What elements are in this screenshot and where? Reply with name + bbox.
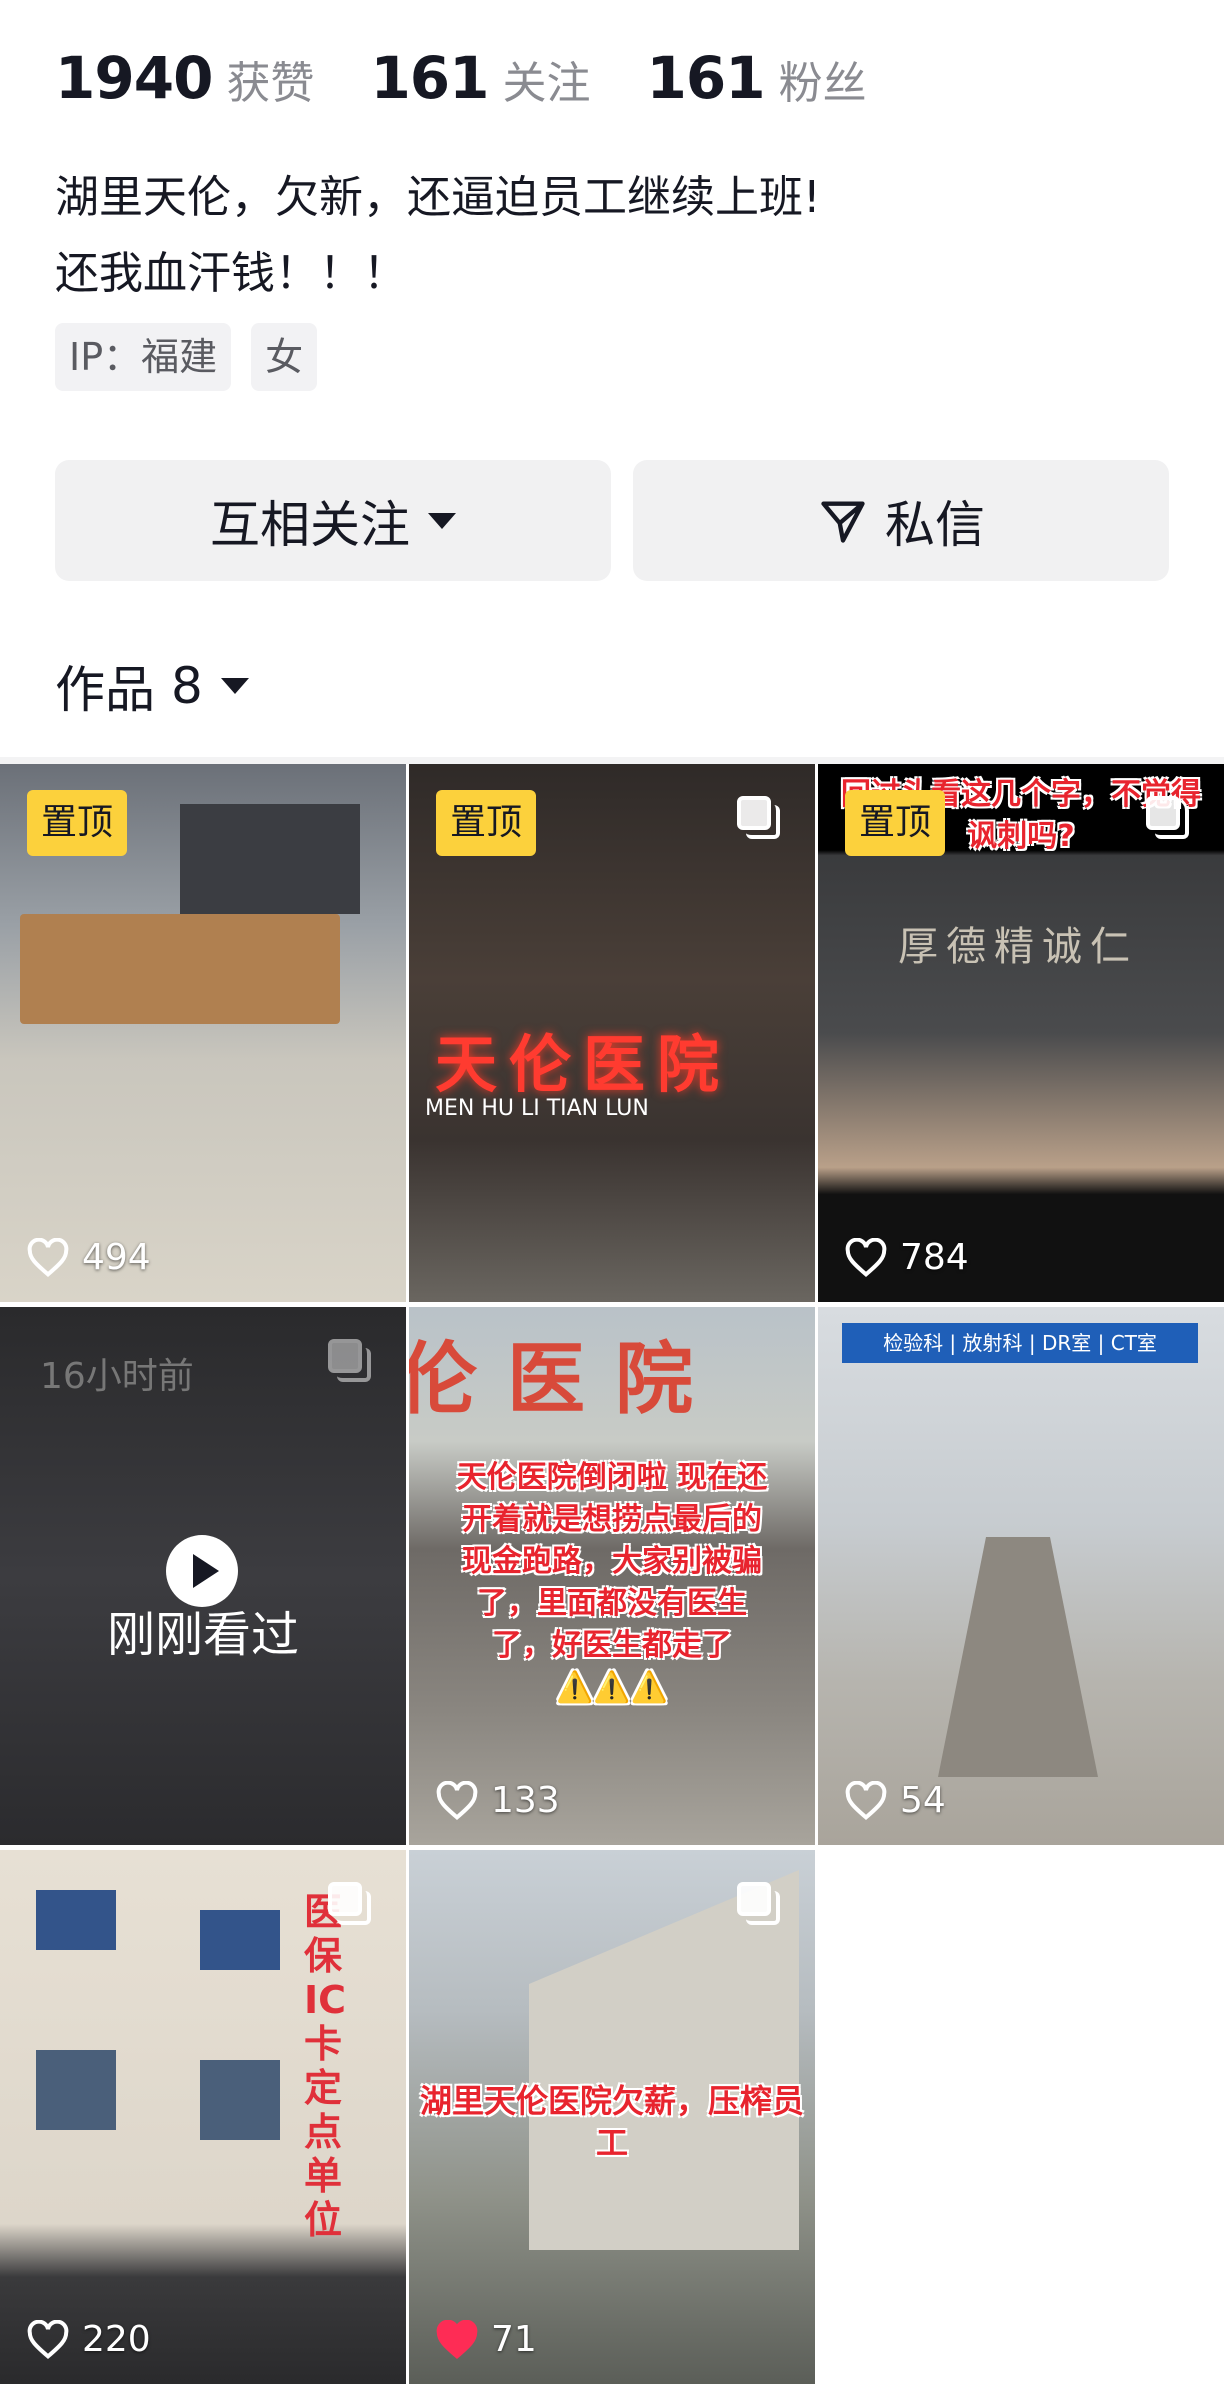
reception-desk	[20, 914, 340, 1024]
likes-label: 获赞	[226, 58, 315, 109]
gender-tag: 女	[251, 323, 318, 391]
like-count-value: 784	[900, 1237, 969, 1278]
video-thumbnail-4[interactable]: 16小时前 刚刚看过	[0, 1307, 406, 1845]
multi-image-icon	[737, 1882, 780, 1925]
pinned-badge: 置顶	[845, 790, 946, 856]
like-count-value: 220	[82, 2319, 151, 2360]
mutual-follow-button[interactable]: 互相关注	[55, 460, 611, 581]
like-count-value: 133	[491, 1780, 560, 1821]
followers-stat[interactable]: 161 粉丝	[647, 44, 867, 112]
plaque-text: 厚德精诚仁	[898, 924, 1138, 970]
vertical-sign-text: 医保IC卡定点单位	[304, 1890, 347, 2242]
bio-line-2: 还我血汗钱！！！	[55, 248, 407, 299]
video-thumbnail-6[interactable]: 检验科 | 放射科 | DR室 | CT室 54	[818, 1307, 1224, 1845]
chevron-down-icon	[428, 512, 456, 529]
works-label: 作品	[55, 661, 155, 719]
profile-stats: 1940 获赞 161 关注 161 粉丝	[55, 44, 923, 112]
likes-stat[interactable]: 1940 获赞	[55, 44, 314, 112]
works-count: 8	[171, 657, 203, 715]
like-count: 133	[435, 1780, 560, 1821]
like-count-value: 54	[900, 1780, 946, 1821]
likes-count: 1940	[55, 44, 213, 112]
video-thumbnail-8[interactable]: 湖里天伦医院欠薪，压榨员工 71	[409, 1850, 815, 2384]
like-count: 54	[844, 1780, 946, 1821]
following-stat[interactable]: 161 关注	[370, 44, 590, 112]
time-ago-text: 16小时前	[40, 1356, 194, 1397]
hospital-sign-text: 伦医院	[409, 1335, 724, 1425]
multi-image-icon	[328, 1882, 371, 1925]
window	[200, 2060, 280, 2140]
heart-icon	[845, 1237, 887, 1277]
caption-overlay: 湖里天伦医院欠薪，压榨员工	[419, 2082, 804, 2162]
pinned-badge: 置顶	[27, 790, 128, 856]
like-count: 71	[435, 2319, 537, 2360]
like-count: 220	[26, 2319, 151, 2360]
caption-overlay: 天伦医院倒闭啦 现在还开着就是想捞点最后的现金跑路，大家别被骗了，里面都没有医生…	[456, 1460, 768, 1705]
video-thumbnail-3[interactable]: 回过头看这几个字，不觉得讽刺吗? 厚德精诚仁 置顶 784	[818, 764, 1224, 1302]
like-count-value: 494	[82, 1237, 151, 1278]
video-thumbnail-5[interactable]: 伦医院 天伦医院倒闭啦 现在还开着就是想捞点最后的现金跑路，大家别被骗了，里面都…	[409, 1307, 815, 1845]
hospital-sign-text: 天伦医院	[435, 1028, 732, 1101]
profile-tags: IP：福建 女	[55, 323, 337, 391]
video-thumbnail-7[interactable]: 医保IC卡定点单位 220	[0, 1850, 406, 2384]
pinned-badge: 置顶	[436, 790, 537, 856]
message-label: 私信	[885, 495, 985, 554]
grid-divider	[0, 757, 1224, 764]
video-thumbnail-2[interactable]: 天伦医院 MEN HU LI TIAN LUN 置顶	[409, 764, 815, 1302]
like-count-value: 71	[491, 2319, 537, 2360]
like-count: 494	[26, 1237, 151, 1278]
heart-icon	[27, 2319, 69, 2359]
following-count: 161	[370, 44, 489, 112]
followers-count: 161	[646, 44, 766, 112]
following-label: 关注	[502, 58, 591, 109]
multi-image-icon	[737, 796, 780, 839]
multi-image-icon	[328, 1339, 371, 1382]
like-count: 784	[844, 1237, 969, 1278]
profile-bio: 湖里天伦，欠新，还逼迫员工继续上班! 还我血汗钱！！！	[55, 160, 821, 312]
chevron-down-icon	[220, 678, 249, 694]
bio-line-1: 湖里天伦，欠新，还逼迫员工继续上班!	[55, 172, 821, 223]
department-signboard: 检验科 | 放射科 | DR室 | CT室	[842, 1323, 1198, 1363]
wall-panel	[180, 804, 360, 914]
heart-filled-icon	[436, 2319, 478, 2359]
hospital-sign-subtext: MEN HU LI TIAN LUN	[425, 1096, 649, 1121]
heart-icon	[27, 1237, 69, 1277]
mutual-follow-label: 互相关注	[210, 495, 410, 554]
send-icon	[821, 501, 865, 543]
followers-label: 粉丝	[778, 58, 867, 109]
ip-location-tag: IP：福建	[55, 323, 232, 391]
multi-image-icon	[1146, 796, 1189, 839]
message-button[interactable]: 私信	[633, 460, 1169, 581]
window	[200, 1910, 280, 1970]
heart-icon	[436, 1780, 478, 1820]
window	[36, 1890, 116, 1950]
heart-icon	[845, 1780, 887, 1820]
video-thumbnail-1[interactable]: 置顶 494	[0, 764, 406, 1302]
works-tab[interactable]: 作品 8	[55, 650, 249, 722]
recently-watched-label: 刚刚看过	[106, 1607, 299, 1663]
window	[36, 2050, 116, 2130]
